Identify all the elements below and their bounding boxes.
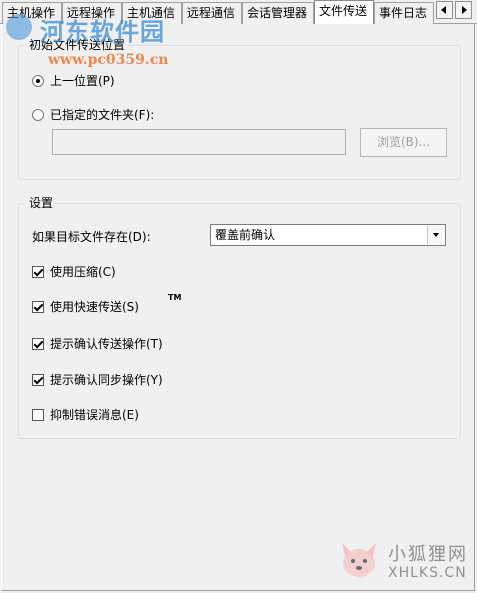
exists-action-value: 覆盖前确认 [215,228,276,242]
dropdown-button[interactable] [427,226,444,244]
tab-scroll-right-button[interactable] [455,1,472,19]
tab-session-manager[interactable]: 会话管理器 [242,2,314,24]
arrow-left-icon [441,6,446,14]
radio-label: 上一位置(P) [50,74,115,88]
checkbox-label: 提示确认传送操作(T) [50,337,163,351]
fox-logo-icon [342,543,376,577]
checkbox[interactable] [32,408,44,421]
tab-scroll-left-button[interactable] [436,1,453,19]
watermark-top-url: www.pc0359.cn [48,52,169,68]
radio-specified-folder[interactable]: 已指定的文件夹(F): [32,106,154,123]
radio-button[interactable] [32,108,44,121]
checkbox-confirm-transfer[interactable]: 提示确认传送操作(T) [32,335,163,352]
checkbox-label: 使用快速传送(S) [50,300,139,314]
checkbox[interactable] [32,373,44,386]
checkbox-label: 提示确认同步操作(Y) [50,373,163,387]
checkbox[interactable] [32,300,44,313]
watermark-bottom: 小狐狸网 XHLKS.CN [330,535,470,590]
tab-file-transfer[interactable]: 文件传送 [314,0,374,25]
radio-label: 已指定的文件夹(F): [50,108,155,122]
watermark-bottom-name: 小狐狸网 [388,544,468,565]
chevron-down-icon [433,233,439,237]
exists-action-select[interactable]: 覆盖前确认 [210,224,446,246]
tab-event-log[interactable]: 事件日志 [374,2,434,24]
checkbox-label: 使用压缩(C) [50,265,116,279]
exists-label: 如果目标文件存在(D): [32,230,151,244]
checkbox-compression[interactable]: 使用压缩(C) [32,263,116,280]
checkbox-confirm-sync[interactable]: 提示确认同步操作(Y) [32,371,163,388]
watermark-top: 河东软件园 www.pc0359.cn [6,10,206,70]
checkbox[interactable] [32,265,44,278]
watermark-top-name: 河东软件园 [40,17,165,46]
checkbox-label: 抑制错误消息(E) [50,408,139,422]
browse-button[interactable]: 浏览(B)... [360,128,447,157]
radio-last-location[interactable]: 上一位置(P) [32,72,115,89]
radio-button[interactable] [32,74,44,87]
checkbox-suppress-errors[interactable]: 抑制错误消息(E) [32,406,139,423]
checkbox-fast-transfer[interactable]: 使用快速传送(S) [32,298,139,315]
file-transfer-panel: 初始文件传送位置 上一位置(P) 已指定的文件夹(F): 浏览(B)... 设置… [1,24,475,591]
settings-title: 设置 [27,196,56,211]
arrow-right-icon [462,6,467,14]
watermark-logo-icon [6,14,32,40]
folder-path-input[interactable] [52,129,346,155]
checkbox[interactable] [32,337,44,350]
trademark-mark: TM [168,293,182,302]
watermark-bottom-url: XHLKS.CN [388,565,467,581]
